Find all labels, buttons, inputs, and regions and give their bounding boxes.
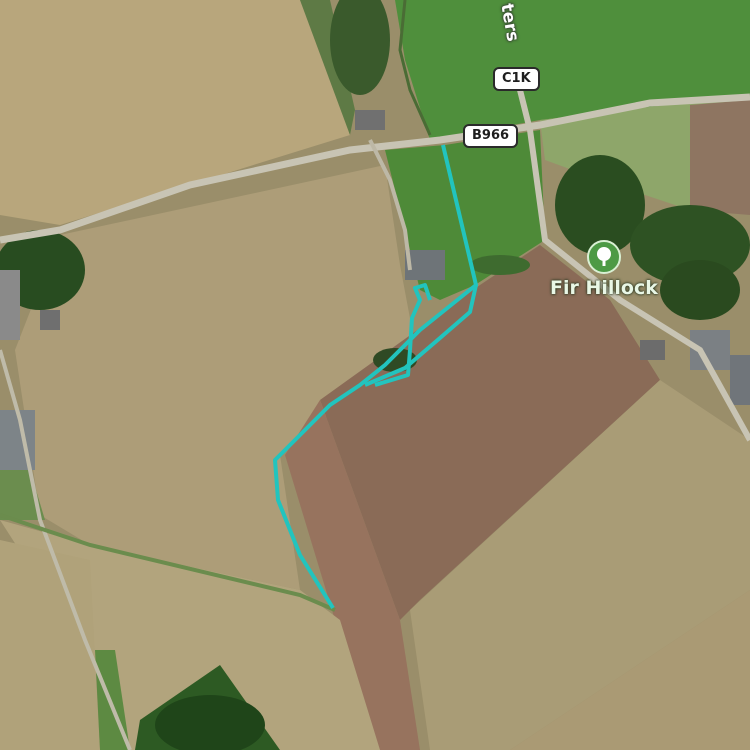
- building: [730, 355, 750, 405]
- field: [690, 100, 750, 215]
- tree-icon: [597, 247, 611, 266]
- place-label-fir-hillock[interactable]: Fir Hillock: [550, 277, 658, 299]
- building: [0, 270, 20, 340]
- woodland: [660, 260, 740, 320]
- road-shield-b966[interactable]: B966: [463, 124, 519, 148]
- building: [640, 340, 665, 360]
- building: [355, 110, 385, 130]
- building: [40, 310, 60, 330]
- woodland: [470, 255, 530, 275]
- road-shield-c1k[interactable]: C1K: [493, 67, 540, 91]
- poi-marker[interactable]: [587, 240, 621, 274]
- satellite-map[interactable]: [0, 0, 750, 750]
